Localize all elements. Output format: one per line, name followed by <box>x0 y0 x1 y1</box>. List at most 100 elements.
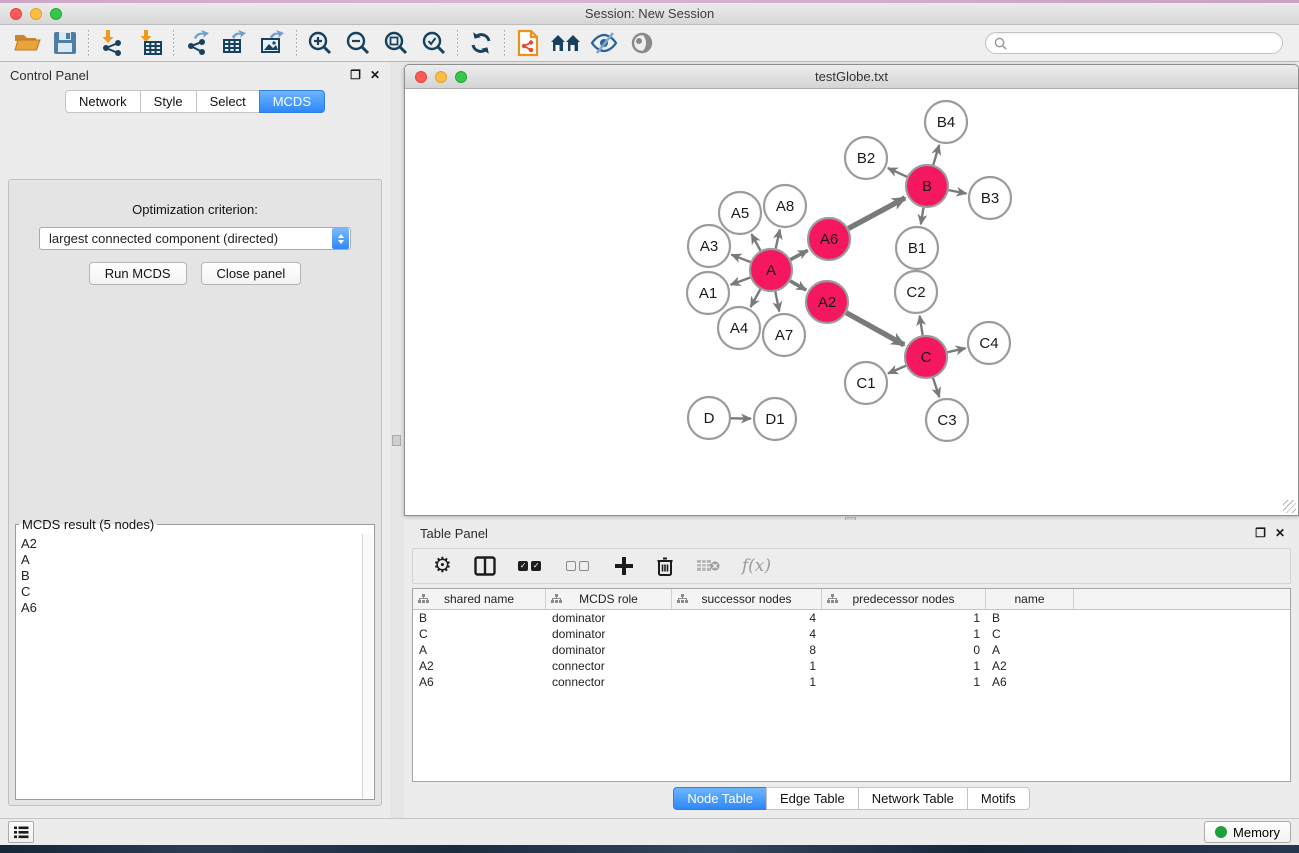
float-table-panel-icon[interactable]: ❐ <box>1255 527 1266 539</box>
session-network-file-icon[interactable] <box>509 28 547 58</box>
graph-node-B4[interactable]: B4 <box>925 101 967 143</box>
zoom-fit-icon[interactable] <box>377 28 415 58</box>
graph-edge-B-B1[interactable] <box>921 208 924 225</box>
graph-node-C1[interactable]: C1 <box>845 362 887 404</box>
network-canvas[interactable]: B4B2BB3A5A8A6A3B1AA1C2A2A4A7C4CC1C3DD1 <box>405 89 1298 515</box>
tab-select[interactable]: Select <box>196 90 259 113</box>
close-panel-icon[interactable]: ✕ <box>370 69 380 81</box>
graph-edge-A-A5[interactable] <box>751 234 760 251</box>
graph-node-A7[interactable]: A7 <box>763 314 805 356</box>
graph-node-C4[interactable]: C4 <box>968 322 1010 364</box>
refresh-view-icon[interactable] <box>462 28 500 58</box>
table-row[interactable]: A6connector11A6 <box>413 674 1290 690</box>
zoom-out-icon[interactable] <box>339 28 377 58</box>
graph-edge-C-C4[interactable] <box>947 348 965 352</box>
graph-node-A4[interactable]: A4 <box>718 307 760 349</box>
graph-edge-C-C2[interactable] <box>920 316 923 336</box>
graph-edge-C-C3[interactable] <box>933 378 939 397</box>
graph-node-C2[interactable]: C2 <box>895 271 937 313</box>
graph-node-A2[interactable]: A2 <box>806 281 848 323</box>
create-column-icon[interactable] <box>614 553 634 579</box>
column-header-name[interactable]: name <box>986 589 1074 609</box>
graph-node-D1[interactable]: D1 <box>754 398 796 440</box>
graph-edge-A-A1[interactable] <box>731 278 751 285</box>
graph-node-A6[interactable]: A6 <box>808 218 850 260</box>
show-graphics-details-icon[interactable] <box>623 28 661 58</box>
import-network-icon[interactable] <box>93 28 131 58</box>
splitter-handle[interactable] <box>392 435 401 446</box>
graph-node-A[interactable]: A <box>750 249 792 291</box>
export-table-icon[interactable] <box>216 28 254 58</box>
table-row[interactable]: Bdominator41B <box>413 610 1290 626</box>
graph-edge-A2-C[interactable] <box>846 313 904 345</box>
graph-edge-B-B2[interactable] <box>888 168 907 177</box>
select-all-rows-icon[interactable] <box>518 553 544 579</box>
zoom-in-icon[interactable] <box>301 28 339 58</box>
graph-node-B[interactable]: B <box>906 165 948 207</box>
graph-edge-A6-B[interactable] <box>848 198 905 229</box>
task-history-button[interactable] <box>8 821 34 843</box>
export-network-icon[interactable] <box>178 28 216 58</box>
table-row[interactable]: A2connector11A2 <box>413 658 1290 674</box>
table-row[interactable]: Adominator80A <box>413 642 1290 658</box>
function-builder-icon[interactable]: f(x) <box>742 553 771 579</box>
zoom-selected-icon[interactable] <box>415 28 453 58</box>
graph-edge-A-A2[interactable] <box>790 281 806 290</box>
graph-node-B1[interactable]: B1 <box>896 227 938 269</box>
table-tab-node-table[interactable]: Node Table <box>673 787 766 810</box>
graph-node-A8[interactable]: A8 <box>764 185 806 227</box>
network-graph[interactable]: B4B2BB3A5A8A6A3B1AA1C2A2A4A7C4CC1C3DD1 <box>405 89 1298 515</box>
hide-graphics-details-icon[interactable] <box>585 28 623 58</box>
graph-edge-A-A3[interactable] <box>731 255 750 262</box>
home-layouts-icon[interactable] <box>547 28 585 58</box>
graph-node-B3[interactable]: B3 <box>969 177 1011 219</box>
export-image-icon[interactable] <box>254 28 292 58</box>
delete-columns-icon[interactable] <box>656 553 674 579</box>
table-tab-motifs[interactable]: Motifs <box>967 787 1030 810</box>
graph-node-B2[interactable]: B2 <box>845 137 887 179</box>
mcds-result-item[interactable]: A6 <box>21 600 362 616</box>
graph-edge-A-A8[interactable] <box>776 229 780 248</box>
table-settings-gear-icon[interactable]: ⚙ <box>433 553 452 579</box>
graph-node-D[interactable]: D <box>688 397 730 439</box>
delete-table-icon[interactable] <box>696 553 720 579</box>
criterion-select[interactable]: largest connected component (directed) <box>39 227 351 250</box>
panel-splitter[interactable] <box>390 62 404 818</box>
tab-mcds[interactable]: MCDS <box>259 90 325 113</box>
table-tab-edge-table[interactable]: Edge Table <box>766 787 858 810</box>
table-tab-network-table[interactable]: Network Table <box>858 787 967 810</box>
column-header-successor-nodes[interactable]: successor nodes <box>672 589 822 609</box>
result-list-scrollbar[interactable] <box>362 534 373 798</box>
toggle-column-panel-icon[interactable] <box>474 553 496 579</box>
mcds-result-item[interactable]: B <box>21 568 362 584</box>
mcds-result-item[interactable]: A <box>21 552 362 568</box>
graph-node-A1[interactable]: A1 <box>687 272 729 314</box>
memory-button[interactable]: Memory <box>1204 821 1291 843</box>
run-mcds-button[interactable]: Run MCDS <box>89 262 187 285</box>
graph-edge-A-A4[interactable] <box>751 289 761 307</box>
mcds-result-item[interactable]: C <box>21 584 362 600</box>
graph-node-A5[interactable]: A5 <box>719 192 761 234</box>
table-row[interactable]: Cdominator41C <box>413 626 1290 642</box>
tab-network[interactable]: Network <box>65 90 140 113</box>
graph-node-C3[interactable]: C3 <box>926 399 968 441</box>
mcds-result-item[interactable]: A2 <box>21 536 362 552</box>
tab-style[interactable]: Style <box>140 90 196 113</box>
graph-edge-A-A6[interactable] <box>790 250 807 259</box>
graph-edge-B-B3[interactable] <box>949 190 967 193</box>
column-header-predecessor-nodes[interactable]: predecessor nodes <box>822 589 986 609</box>
graph-edge-B-B4[interactable] <box>933 145 939 165</box>
column-header-shared-name[interactable]: shared name <box>413 589 546 609</box>
save-session-icon[interactable] <box>46 28 84 58</box>
close-table-panel-icon[interactable]: ✕ <box>1275 527 1285 539</box>
float-panel-icon[interactable]: ❐ <box>350 69 361 81</box>
close-panel-button[interactable]: Close panel <box>201 262 302 285</box>
import-table-icon[interactable] <box>131 28 169 58</box>
column-header-MCDS-role[interactable]: MCDS role <box>546 589 672 609</box>
open-session-icon[interactable] <box>8 28 46 58</box>
search-input[interactable] <box>1012 36 1274 50</box>
deselect-all-rows-icon[interactable] <box>566 553 592 579</box>
window-resize-grip[interactable] <box>1283 500 1296 513</box>
graph-edge-A-A7[interactable] <box>775 292 779 312</box>
graph-node-C[interactable]: C <box>905 336 947 378</box>
